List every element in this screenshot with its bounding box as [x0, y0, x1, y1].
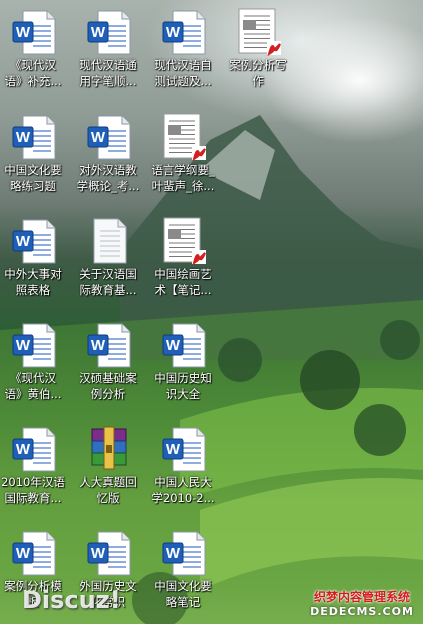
file-label: 中外大事对 照表格	[4, 267, 62, 297]
desktop-file-icon[interactable]: W 汉硕基础案 例分析	[71, 316, 145, 416]
word-document-icon: W	[11, 425, 57, 473]
dedecms-url-text: DEDECMS.COM	[310, 605, 414, 618]
word-document-icon: W	[11, 321, 57, 369]
svg-text:W: W	[166, 24, 181, 41]
desktop-file-icon[interactable]: W 2010年汉语 国际教育...	[0, 420, 70, 520]
rar-archive-icon	[86, 425, 132, 473]
file-label: 对外汉语教 学概论_考...	[76, 163, 140, 193]
svg-text:W: W	[16, 441, 31, 458]
desktop-file-icon[interactable]: W 对外汉语教 学概论_考...	[71, 108, 145, 208]
svg-text:W: W	[91, 129, 106, 146]
discuz-watermark: Discuz!	[22, 586, 121, 614]
text-document-icon	[86, 217, 132, 265]
desktop-file-icon[interactable]: 案例分析写 作	[221, 3, 295, 103]
word-document-icon: W	[86, 321, 132, 369]
word-document-icon: W	[161, 8, 207, 56]
desktop-file-icon[interactable]: W 现代汉语通 用字笔顺...	[71, 3, 145, 103]
file-label: 中国历史知 识大全	[154, 371, 212, 401]
desktop-file-icon[interactable]: 关于汉语国 际教育基...	[71, 212, 145, 312]
file-label: 现代汉语通 用字笔顺...	[79, 58, 137, 88]
word-document-icon: W	[161, 321, 207, 369]
word-document-icon: W	[161, 529, 207, 577]
word-document-icon: W	[86, 8, 132, 56]
svg-text:W: W	[16, 233, 31, 250]
word-document-icon: W	[11, 113, 57, 161]
discuz-text: Discuz!	[22, 586, 121, 614]
file-label: 中国文化要 略练习题	[4, 163, 62, 193]
file-label: 现代汉语自 测试题及...	[154, 58, 212, 88]
file-label: 关于汉语国 际教育基...	[79, 267, 137, 297]
file-label: 中国文化要 略笔记	[154, 579, 212, 609]
file-label: 语言学纲要_ 叶蜚声_徐...	[151, 163, 215, 193]
svg-text:W: W	[91, 24, 106, 41]
svg-text:W: W	[91, 337, 106, 354]
word-document-icon: W	[11, 217, 57, 265]
svg-text:W: W	[91, 545, 106, 562]
desktop-file-icon[interactable]: 人大真题回 忆版	[71, 420, 145, 520]
file-label: 《现代汉 语》黄伯...	[4, 371, 62, 401]
word-document-icon: W	[11, 8, 57, 56]
desktop-file-icon[interactable]: W 中国人民大 学2010-2...	[146, 420, 220, 520]
file-label: 案例分析写 作	[229, 58, 287, 88]
desktop-file-icon[interactable]: 语言学纲要_ 叶蜚声_徐...	[146, 108, 220, 208]
file-label: 人大真题回 忆版	[79, 475, 137, 505]
desktop-file-icon[interactable]: W 《现代汉 语》补充...	[0, 3, 70, 103]
svg-text:W: W	[166, 545, 181, 562]
desktop-file-icon[interactable]: W 中国文化要 略笔记	[146, 524, 220, 624]
desktop-file-icon[interactable]: W 《现代汉 语》黄伯...	[0, 316, 70, 416]
file-label: 《现代汉 语》补充...	[4, 58, 62, 88]
svg-text:W: W	[16, 24, 31, 41]
dedecms-cn-text: 织梦内容管理系统	[313, 590, 410, 604]
file-label: 2010年汉语 国际教育...	[1, 475, 65, 505]
svg-text:W: W	[16, 545, 31, 562]
desktop-file-icon[interactable]: W 现代汉语自 测试题及...	[146, 3, 220, 103]
desktop-file-icon[interactable]: W 中国文化要 略练习题	[0, 108, 70, 208]
svg-text:W: W	[16, 337, 31, 354]
pdf-document-icon	[236, 8, 282, 57]
desktop-file-icon[interactable]: W 中国历史知 识大全	[146, 316, 220, 416]
svg-text:W: W	[166, 441, 181, 458]
file-label: 汉硕基础案 例分析	[79, 371, 137, 401]
desktop-file-icon[interactable]: W 中外大事对 照表格	[0, 212, 70, 312]
svg-text:W: W	[166, 337, 181, 354]
pdf-document-icon	[161, 113, 207, 162]
word-document-icon: W	[86, 529, 132, 577]
desktop-file-icon[interactable]: 中国绘画艺 术【笔记...	[146, 212, 220, 312]
word-document-icon: W	[86, 113, 132, 161]
svg-text:W: W	[16, 129, 31, 146]
file-label: 中国绘画艺 术【笔记...	[154, 267, 212, 297]
desktop: W 《现代汉 语》补充... W 现代汉语通 用字笔顺... W 现代汉语自 测试题及..…	[0, 0, 423, 624]
file-label: 中国人民大 学2010-2...	[151, 475, 215, 505]
pdf-document-icon	[161, 217, 207, 266]
word-document-icon: W	[11, 529, 57, 577]
word-document-icon: W	[161, 425, 207, 473]
dedecms-watermark: 织梦内容管理系统 DEDECMS.COM	[306, 588, 418, 618]
